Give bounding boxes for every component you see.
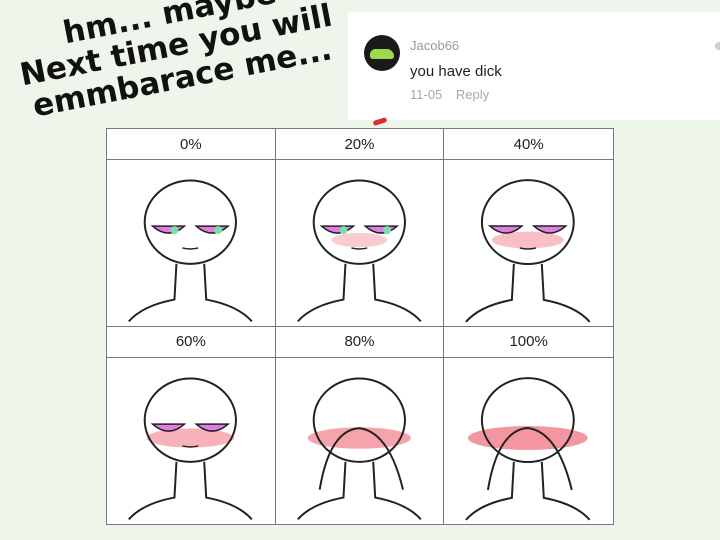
panel-80: 80%	[275, 326, 445, 524]
panel-label: 40%	[444, 129, 613, 160]
blush-mark	[146, 428, 234, 448]
body-outline	[128, 263, 253, 323]
face-drawing	[128, 179, 253, 323]
face-drawing	[296, 377, 422, 520]
comment-text: you have dick	[410, 63, 502, 80]
blush-chart-grid: 0% 20% 40% 60% 80% 100%	[106, 128, 614, 525]
comment-meta: 11-05 Reply	[410, 87, 489, 102]
body-outline	[465, 263, 591, 323]
blush-mark	[331, 232, 387, 248]
head-outline	[143, 377, 237, 463]
body-outline	[128, 461, 253, 520]
face-drawing	[128, 377, 253, 520]
eye-highlight	[170, 226, 179, 235]
blush-mark	[492, 231, 565, 249]
body-outline	[465, 461, 591, 521]
eye-highlight	[214, 226, 223, 235]
car-avatar-icon[interactable]	[364, 35, 400, 71]
panel-label: 0%	[107, 129, 275, 160]
eye	[194, 225, 231, 234]
head-outline	[143, 179, 237, 265]
panel-label: 60%	[107, 327, 275, 358]
face-drawing	[296, 179, 422, 323]
mouth	[182, 247, 199, 250]
reply-button[interactable]: Reply	[456, 87, 489, 102]
head-outline	[312, 377, 406, 463]
body-outline	[296, 263, 422, 323]
comment-date: 11-05	[410, 87, 443, 102]
eye-highlight	[382, 226, 391, 235]
comment-username[interactable]: Jacob66	[410, 38, 459, 53]
panel-20: 20%	[275, 129, 445, 327]
eye	[362, 225, 399, 234]
panel-60: 60%	[107, 326, 276, 524]
eye	[319, 225, 356, 234]
panel-40: 40%	[444, 129, 613, 327]
panel-label: 20%	[275, 129, 444, 160]
face-drawing	[465, 376, 591, 521]
eye	[488, 225, 525, 234]
mouth	[350, 247, 368, 250]
face-drawing	[465, 179, 591, 323]
eye	[150, 225, 187, 234]
panel-label: 100%	[444, 327, 613, 358]
body-outline	[296, 461, 422, 520]
panel-label: 80%	[275, 327, 444, 358]
like-icon[interactable]	[715, 42, 720, 50]
head-outline	[481, 179, 576, 265]
panel-100: 100%	[444, 327, 613, 525]
panel-0: 0%	[107, 129, 276, 327]
eye	[532, 225, 569, 234]
eye-highlight	[339, 226, 348, 235]
head-outline	[312, 179, 406, 265]
comment-card: Jacob66 you have dick 11-05 Reply	[348, 12, 720, 120]
